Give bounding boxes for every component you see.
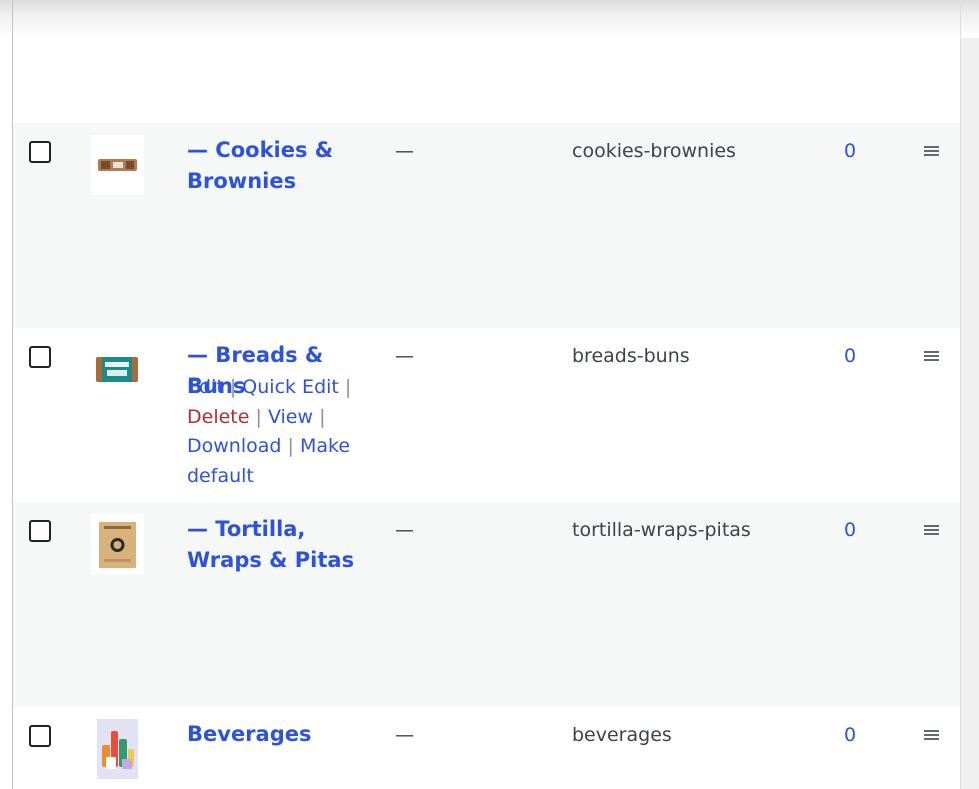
cookies-brownies-package-icon <box>91 135 144 195</box>
scroll-shadow <box>0 0 979 38</box>
category-slug: tortilla-wraps-pitas <box>572 519 751 541</box>
view-link[interactable]: View <box>268 406 313 428</box>
table-right-border <box>960 0 961 789</box>
table-row: Beverages — beverages 0 <box>13 707 960 789</box>
category-thumbnail <box>91 514 144 574</box>
separator: | <box>287 435 294 457</box>
row-checkbox[interactable] <box>29 141 51 163</box>
separator: | <box>229 376 237 398</box>
category-name-link[interactable]: — Tortilla, Wraps & Pitas <box>187 514 367 576</box>
drag-handle-icon[interactable] <box>924 730 939 740</box>
row-actions: Edit | Quick Edit | Delete | View | Down… <box>187 373 362 491</box>
category-count-link[interactable]: 0 <box>844 137 856 165</box>
table-row: — Cookies & Brownies — cookies-brownies … <box>13 123 960 328</box>
category-description: — <box>395 140 414 162</box>
table-row: — Breads & Buns Edit | Quick Edit | Dele… <box>13 328 960 502</box>
separator: | <box>255 405 262 428</box>
row-checkbox[interactable] <box>29 725 51 747</box>
drag-handle-icon[interactable] <box>924 525 939 535</box>
category-name-link[interactable]: Beverages <box>187 719 367 750</box>
category-slug: beverages <box>572 724 672 746</box>
quick-edit-link[interactable]: Quick Edit <box>242 376 339 398</box>
table-row: — Tortilla, Wraps & Pitas — tortilla-wra… <box>13 502 960 707</box>
category-count-link[interactable]: 0 <box>844 721 856 749</box>
category-count-link[interactable]: 0 <box>844 342 856 370</box>
separator: | <box>319 405 326 428</box>
category-description: — <box>395 519 414 541</box>
category-slug: cookies-brownies <box>572 140 736 162</box>
delete-link[interactable]: Delete <box>187 406 249 428</box>
edit-link[interactable]: Edit <box>187 376 224 398</box>
row-checkbox[interactable] <box>29 520 51 542</box>
category-thumbnail <box>97 719 138 779</box>
tortilla-package-icon <box>91 514 144 574</box>
bread-package-icon <box>96 357 138 382</box>
drag-handle-icon[interactable] <box>924 146 939 156</box>
categories-table-view: — Cookies & Brownies — cookies-brownies … <box>0 0 979 789</box>
separator: | <box>344 376 352 398</box>
category-thumbnail <box>95 356 139 383</box>
category-description: — <box>395 345 414 367</box>
make-default-text-2: default <box>187 464 254 487</box>
category-description: — <box>395 724 414 746</box>
category-slug: breads-buns <box>572 345 690 367</box>
make-default-text-1: Make <box>299 435 351 457</box>
category-thumbnail <box>91 135 144 195</box>
row-checkbox[interactable] <box>29 346 51 368</box>
download-link[interactable]: Download <box>187 435 281 457</box>
beverages-assortment-icon <box>97 719 138 779</box>
drag-handle-icon[interactable] <box>924 351 939 361</box>
page-gutter <box>961 0 979 789</box>
category-count-link[interactable]: 0 <box>844 516 856 544</box>
table-left-border <box>12 0 13 789</box>
category-name-link[interactable]: — Cookies & Brownies <box>187 135 367 197</box>
